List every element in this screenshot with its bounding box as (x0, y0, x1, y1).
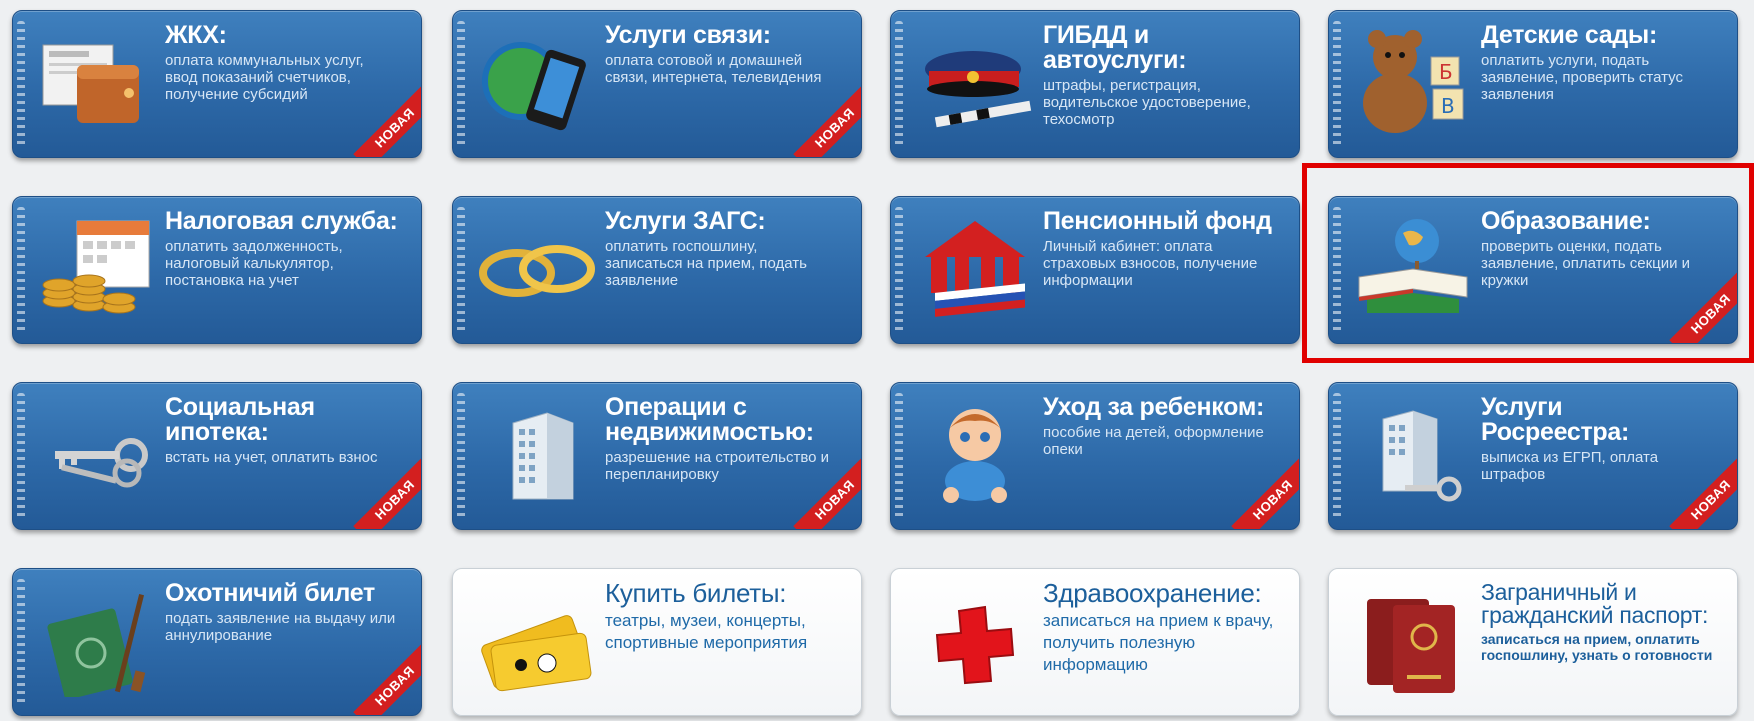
tile-description: штрафы, регистрация, водительское удосто… (1043, 77, 1251, 128)
tile-description: пособие на детей, оформление опеки (1043, 424, 1264, 458)
tile-social-mortgage[interactable]: Социальная ипотека: встать на учет, опла… (12, 382, 422, 530)
svg-text:В: В (1441, 94, 1455, 118)
svg-text:Б: Б (1439, 60, 1453, 84)
tile-description: оплатить услуги, подать заявление, прове… (1481, 52, 1684, 103)
calendar-coins-icon (37, 213, 159, 325)
tile-title: Пенсионный фонд (1043, 207, 1272, 235)
spiral-binding (457, 393, 465, 519)
tile-zhkh[interactable]: ЖКХ: оплата коммунальных услуг, ввод пок… (12, 10, 422, 158)
tile-real-estate[interactable]: Операции с недвижимостью: разрешение на … (452, 382, 862, 530)
tile-description: оплатить задолженность, налоговый кальку… (165, 238, 343, 289)
rings-icon (477, 213, 599, 325)
spiral-binding (895, 393, 903, 519)
spiral-binding (457, 207, 465, 333)
tile-kindergarten[interactable]: БВ Детские сады: оплатить услуги, подать… (1328, 10, 1738, 158)
tile-pension-fund[interactable]: Пенсионный фонд Личный кабинет: оплата с… (890, 196, 1300, 344)
tile-zags[interactable]: Услуги ЗАГС: оплатить госпошлину, записа… (452, 196, 862, 344)
pension-fund-logo-icon (915, 213, 1037, 325)
tile-description: подать заявление на выдачу или аннулиров… (165, 610, 396, 644)
tile-communications[interactable]: Услуги связи: оплата сотовой и домашней … (452, 10, 862, 158)
hunting-license-icon (37, 585, 159, 700)
spiral-binding (17, 207, 25, 333)
new-badge: НОВАЯ (353, 458, 421, 529)
tile-title: Услуги Росреестра: (1481, 393, 1629, 446)
wallet-bill-icon (37, 27, 159, 139)
tile-title: Охотничий билет (165, 579, 375, 607)
tile-buy-tickets[interactable]: Купить билеты: театры, музеи, концерты, … (452, 568, 862, 716)
spiral-binding (895, 21, 903, 147)
keys-icon (37, 399, 159, 511)
building-icon (477, 399, 599, 511)
new-badge: НОВАЯ (793, 86, 861, 157)
tickets-icon (477, 585, 599, 697)
spiral-binding (17, 21, 25, 147)
tile-tax[interactable]: Налоговая служба: оплатить задолженность… (12, 196, 422, 344)
tile-passport[interactable]: Заграничный и гражданский паспорт: запис… (1328, 568, 1738, 716)
tile-title: Услуги ЗАГС: (605, 207, 766, 235)
spiral-binding (457, 21, 465, 147)
new-badge: НОВАЯ (1231, 458, 1299, 529)
tile-title: Купить билеты: (605, 578, 787, 608)
tile-description: театры, музеи, концерты, спортивные меро… (605, 611, 808, 652)
spiral-binding (1333, 21, 1341, 147)
tile-description: оплатить госпошлину, записаться на прием… (605, 238, 807, 289)
tile-description: выписка из ЕГРП, оплата штрафов (1481, 449, 1659, 483)
tile-title: Операции с недвижимостью: (605, 393, 814, 446)
spiral-binding (17, 393, 25, 519)
spiral-binding (1333, 393, 1341, 519)
globe-phone-icon (477, 27, 599, 139)
tile-title: ГИБДД и автоуслуги: (1043, 21, 1187, 74)
red-cross-icon (915, 585, 1037, 697)
tile-description: встать на учет, оплатить взнос (165, 449, 378, 466)
baby-icon (915, 399, 1037, 511)
passport-icon (1353, 585, 1475, 697)
tile-title: Социальная ипотека: (165, 393, 315, 446)
spiral-binding (17, 579, 25, 705)
teddy-bear-icon: БВ (1353, 27, 1475, 139)
tile-description: записаться на прием к врачу, получить по… (1043, 611, 1274, 674)
tile-title: Услуги связи: (605, 21, 771, 49)
tile-title: Детские сады: (1481, 21, 1657, 49)
tile-title: Уход за ребенком: (1043, 393, 1265, 421)
spiral-binding (895, 207, 903, 333)
tile-title: ЖКХ: (165, 21, 227, 49)
tile-healthcare[interactable]: Здравоохранение: записаться на прием к в… (890, 568, 1300, 716)
tile-description: оплата сотовой и домашней связи, интерне… (605, 52, 822, 86)
selection-highlight (1302, 163, 1754, 363)
tile-rosreestr[interactable]: Услуги Росреестра: выписка из ЕГРП, опла… (1328, 382, 1738, 530)
tile-title: Заграничный и гражданский паспорт: (1481, 579, 1709, 628)
tile-description: Личный кабинет: оплата страховых взносов… (1043, 238, 1258, 289)
tile-gibdd[interactable]: ГИБДД и автоуслуги: штрафы, регистрация,… (890, 10, 1300, 158)
police-cap-icon (915, 27, 1037, 139)
tile-title: Здравоохранение: (1043, 578, 1262, 608)
new-badge: НОВАЯ (353, 644, 421, 715)
building-keys-icon (1353, 399, 1475, 511)
tile-childcare[interactable]: Уход за ребенком: пособие на детей, офор… (890, 382, 1300, 530)
tile-description: записаться на прием, оплатить госпошлину… (1481, 631, 1713, 663)
tile-title: Налоговая служба: (165, 207, 398, 235)
tile-description: оплата коммунальных услуг, ввод показани… (165, 52, 364, 103)
tile-description: разрешение на строительство и перепланир… (605, 449, 830, 483)
tile-hunting-license[interactable]: Охотничий билет подать заявление на выда… (12, 568, 422, 716)
